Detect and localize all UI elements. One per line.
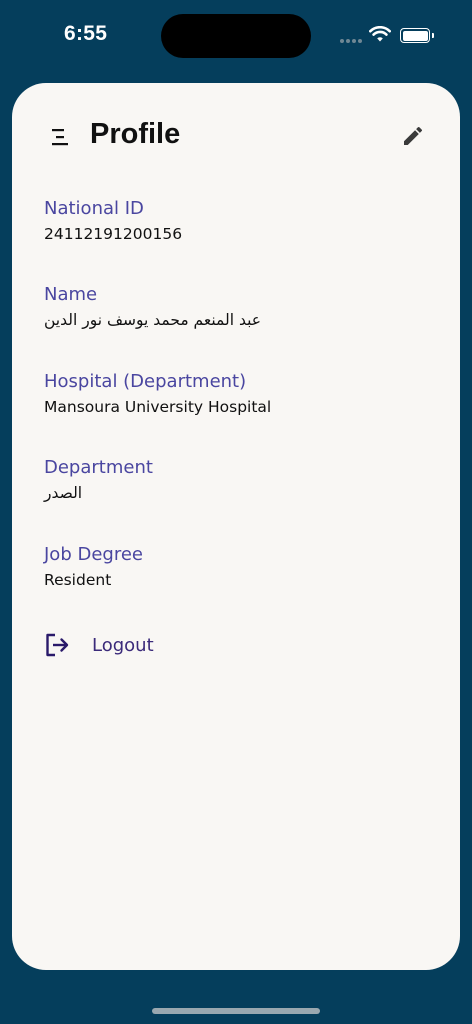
field-hospital: Hospital (Department) Mansoura Universit… <box>44 370 271 418</box>
field-national-id: National ID 24112191200156 <box>44 197 182 245</box>
screen: 6:55 Profile National ID 24112191200156 <box>0 0 472 1024</box>
dynamic-island <box>161 14 311 58</box>
profile-card: Profile National ID 24112191200156 Name … <box>12 83 460 970</box>
menu-icon[interactable] <box>50 127 70 147</box>
page-title: Profile <box>90 118 181 150</box>
field-label: Name <box>44 284 98 305</box>
wifi-icon <box>369 26 391 42</box>
status-time: 6:55 <box>64 22 108 45</box>
field-value: الصدر <box>44 484 83 502</box>
field-value: 24112191200156 <box>44 225 183 243</box>
battery-icon <box>400 28 434 43</box>
logout-button[interactable]: Logout <box>44 631 154 659</box>
field-name: Name عبد المنعم محمد يوسف نور الدين <box>44 283 261 331</box>
field-label: Job Degree <box>44 544 143 565</box>
field-value: Resident <box>44 571 112 589</box>
home-indicator[interactable] <box>152 1008 320 1014</box>
field-job-degree: Job Degree Resident <box>44 543 143 591</box>
cellular-signal-icon <box>340 39 362 43</box>
status-bar: 6:55 <box>0 0 472 72</box>
field-label: Hospital (Department) <box>44 371 247 392</box>
field-department: Department الصدر <box>44 456 153 504</box>
edit-pencil-icon[interactable] <box>401 124 425 148</box>
field-label: National ID <box>44 198 144 219</box>
field-label: Department <box>44 457 153 478</box>
field-value: عبد المنعم محمد يوسف نور الدين <box>44 311 261 329</box>
logout-icon <box>46 633 69 657</box>
logout-label: Logout <box>92 634 154 656</box>
field-value: Mansoura University Hospital <box>44 398 272 416</box>
